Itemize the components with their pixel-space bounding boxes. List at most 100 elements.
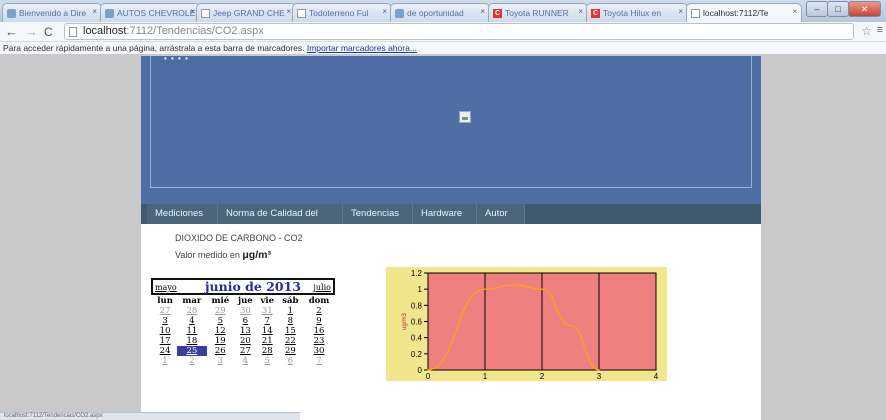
- calendar-day[interactable]: 28: [257, 346, 278, 356]
- close-tab-icon[interactable]: ×: [678, 7, 683, 16]
- calendar-day[interactable]: 21: [257, 336, 278, 346]
- page-container: • • • • Mediciones Norma de Calidad del …: [141, 54, 761, 420]
- calendar-day[interactable]: 5: [207, 316, 234, 326]
- calendar-day[interactable]: 23: [303, 336, 335, 346]
- calendar-prev-month[interactable]: mayo: [155, 283, 177, 292]
- calendar-day[interactable]: 10: [153, 326, 177, 336]
- calendar-day[interactable]: 6: [278, 356, 303, 366]
- reload-button[interactable]: C: [44, 24, 53, 40]
- browser-tab[interactable]: localhost:7112/Te ×: [686, 3, 802, 22]
- calendar-day[interactable]: 4: [177, 316, 206, 326]
- calendar-day[interactable]: 30: [234, 306, 257, 316]
- calendar-day[interactable]: 19: [207, 336, 234, 346]
- calendar-week: 17 18 19 20 21 22 23: [153, 336, 335, 346]
- calendar-weekday: mar: [182, 296, 202, 306]
- close-tab-icon[interactable]: ×: [190, 7, 195, 16]
- calendar-day[interactable]: 11: [177, 326, 206, 336]
- calendar-day[interactable]: 28: [177, 306, 206, 316]
- broken-image-icon: [459, 111, 471, 123]
- close-tab-icon[interactable]: ×: [480, 7, 485, 16]
- calendar-day[interactable]: 9: [303, 316, 335, 326]
- page-icon: [201, 9, 210, 18]
- import-bookmarks-link[interactable]: Importar marcadores ahora...: [307, 43, 417, 53]
- calendar-day[interactable]: 27: [234, 346, 257, 356]
- calendar-day[interactable]: 16: [303, 326, 335, 336]
- calendar-day[interactable]: 8: [278, 316, 303, 326]
- browser-toolbar: ← → C localhost:7112/Tendencias/CO2.aspx…: [0, 22, 886, 42]
- minimize-button[interactable]: –: [806, 1, 828, 17]
- bookmark-star-icon[interactable]: ☆: [861, 24, 872, 38]
- calendar-day[interactable]: 7: [303, 356, 335, 366]
- address-bar[interactable]: localhost:7112/Tendencias/CO2.aspx: [64, 23, 854, 40]
- calendar-day[interactable]: 1: [153, 356, 177, 366]
- calendar-weekday: vie: [260, 296, 275, 306]
- y-tick-label: 0.4: [411, 334, 423, 343]
- calendar-day[interactable]: 15: [278, 326, 303, 336]
- browser-tab[interactable]: C Toyota RUNNER ×: [488, 3, 588, 22]
- maximize-button[interactable]: □: [827, 1, 849, 17]
- browser-tab[interactable]: Todoterreno Ful ×: [292, 3, 392, 22]
- menu-mediciones[interactable]: Mediciones: [147, 204, 218, 224]
- browser-tab[interactable]: Bienvenido a Dire ×: [2, 3, 102, 22]
- calendar-day[interactable]: 25: [177, 346, 207, 356]
- menu-icon[interactable]: ≡: [877, 24, 883, 36]
- tab-label: Todoterreno Ful: [309, 8, 369, 18]
- unit-line: Valor medido en μg/m³: [175, 249, 271, 261]
- calendar-day[interactable]: 5: [257, 356, 278, 366]
- calendar-day[interactable]: 4: [234, 356, 257, 366]
- menu-tendencias[interactable]: Tendencias: [343, 204, 413, 224]
- browser-tab[interactable]: C Toyota Hilux en ×: [586, 3, 688, 22]
- banner-dots: • • • •: [164, 54, 189, 63]
- c-icon: C: [493, 9, 502, 18]
- back-button[interactable]: ←: [5, 24, 18, 40]
- close-tab-icon[interactable]: ×: [578, 7, 583, 16]
- tab-label: Bienvenido a Dire: [19, 8, 87, 18]
- menu-autor[interactable]: Autor: [477, 204, 525, 224]
- close-tab-icon[interactable]: ×: [92, 7, 97, 16]
- calendar-day[interactable]: 31: [257, 306, 278, 316]
- tab-label: Toyota Hilux en: [603, 8, 662, 18]
- calendar-day[interactable]: 13: [234, 326, 257, 336]
- forward-button[interactable]: →: [25, 24, 38, 40]
- menu-norma-calidad[interactable]: Norma de Calidad del Aire: [218, 204, 343, 239]
- page-icon: [691, 9, 700, 18]
- calendar-day[interactable]: 1: [278, 306, 303, 316]
- calendar-day[interactable]: 30: [303, 346, 335, 356]
- browser-tab[interactable]: Jeep GRAND CHE ×: [196, 3, 296, 22]
- y-tick-label: 0: [418, 366, 423, 375]
- calendar-day[interactable]: 22: [278, 336, 303, 346]
- calendar-day[interactable]: 14: [257, 326, 278, 336]
- x-tick-label: 2: [540, 372, 545, 381]
- calendar-day[interactable]: 3: [207, 356, 234, 366]
- x-tick-label: 3: [597, 372, 602, 381]
- tab-label: AUTOS CHEVROLE: [117, 8, 196, 18]
- calendar-day[interactable]: 29: [278, 346, 303, 356]
- calendar-day[interactable]: 29: [207, 306, 234, 316]
- calendar-day[interactable]: 26: [207, 346, 234, 356]
- close-window-button[interactable]: ✕: [848, 1, 881, 17]
- calendar-day[interactable]: 2: [303, 306, 335, 316]
- calendar-day[interactable]: 3: [153, 316, 177, 326]
- calendar-day[interactable]: 17: [153, 336, 177, 346]
- calendar-next-month[interactable]: julio: [313, 283, 331, 292]
- y-tick-label: 0.2: [411, 350, 423, 359]
- calendar-day[interactable]: 2: [177, 356, 206, 366]
- calendar-weekday: sáb: [282, 296, 299, 306]
- calendar-day[interactable]: 20: [234, 336, 257, 346]
- calendar-day[interactable]: 18: [177, 336, 206, 346]
- bookmarks-bar: Para acceder rápidamente a una página, a…: [0, 42, 886, 55]
- calendar-day[interactable]: 24: [153, 346, 177, 356]
- close-tab-icon[interactable]: ×: [382, 7, 387, 16]
- close-tab-icon[interactable]: ×: [792, 7, 797, 16]
- unit-label: μg/m³: [242, 249, 271, 261]
- calendar-day[interactable]: 27: [153, 306, 177, 316]
- calendar-day[interactable]: 6: [234, 316, 257, 326]
- menu-hardware[interactable]: Hardware: [413, 204, 477, 224]
- calendar-day[interactable]: 7: [257, 316, 278, 326]
- close-tab-icon[interactable]: ×: [286, 7, 291, 16]
- browser-tab[interactable]: de oportunidad ×: [390, 3, 490, 22]
- page-icon: [69, 27, 77, 37]
- browser-tab[interactable]: AUTOS CHEVROLE ×: [100, 3, 200, 22]
- tab-label: de oportunidad: [407, 8, 464, 18]
- calendar-day[interactable]: 12: [207, 326, 234, 336]
